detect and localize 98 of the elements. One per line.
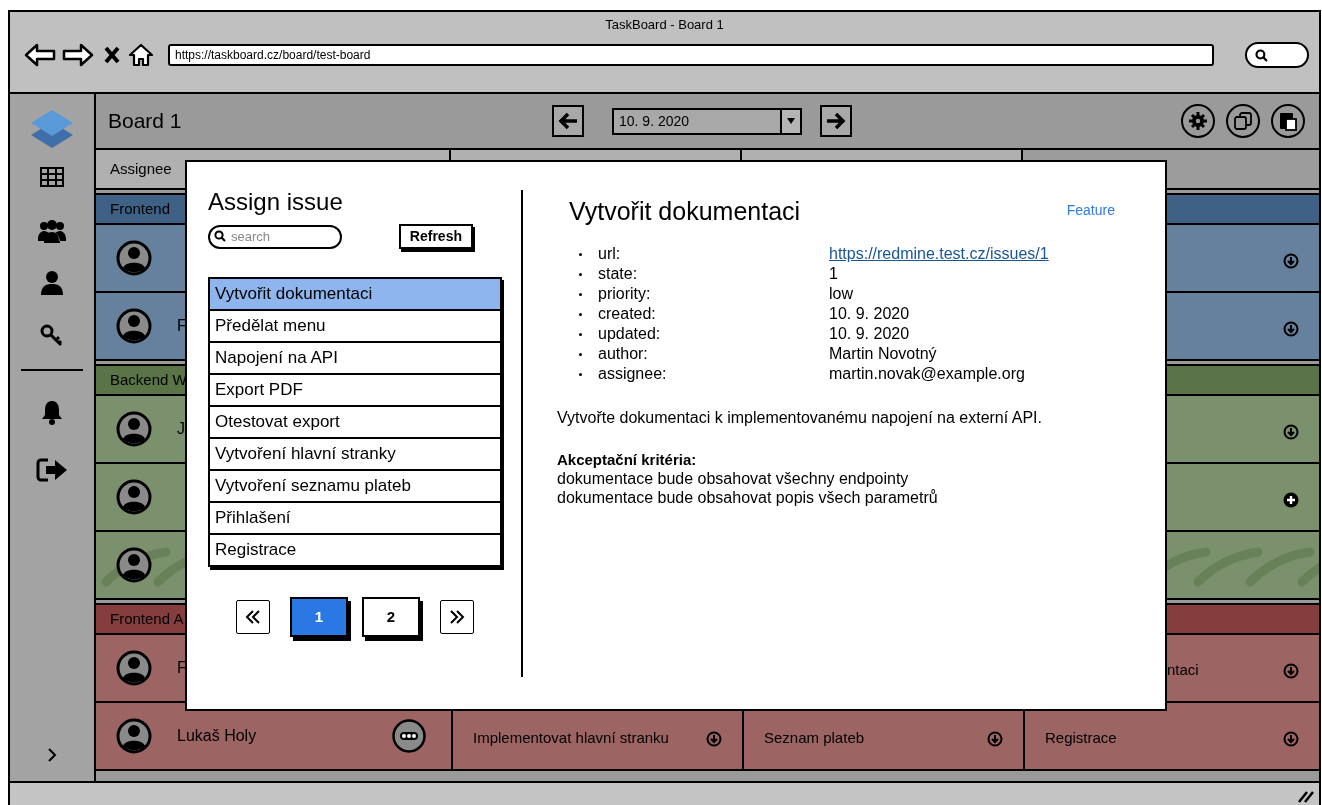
avatar-icon — [116, 650, 152, 686]
issue-list-item[interactable]: Předělat menu — [208, 309, 502, 343]
bullet-icon — [579, 252, 582, 256]
bullet-icon — [579, 332, 582, 336]
users-icon[interactable] — [38, 219, 66, 243]
bell-icon[interactable] — [41, 399, 63, 425]
previous-day-button[interactable] — [552, 105, 584, 137]
task-title[interactable]: Seznam plateb — [764, 727, 865, 750]
task-title[interactable]: ntaci — [1167, 659, 1199, 682]
search-field[interactable]: search — [208, 224, 342, 249]
double-chevron-left-icon — [245, 609, 261, 625]
issue-description: Vytvořte dokumentaci k implementovanému napojení na externí API. — [557, 408, 1043, 428]
arrow-down-circle-icon[interactable] — [987, 731, 1003, 747]
dialog-title: Assign issue — [208, 190, 344, 214]
user-icon[interactable] — [41, 271, 63, 295]
arrow-down-circle-icon[interactable] — [1283, 321, 1299, 337]
assignee-name: J — [177, 419, 185, 439]
task-title[interactable]: Implementovat hlavní stranku — [473, 727, 669, 750]
issue-title: Vytvořit dokumentaci — [569, 196, 801, 226]
acceptance-title: Akceptační kritéria: — [557, 450, 698, 469]
home-icon[interactable] — [128, 43, 154, 67]
property-label: author: — [598, 344, 649, 364]
next-day-button[interactable] — [820, 105, 852, 137]
bullet-icon — [579, 372, 582, 376]
search-icon — [214, 230, 226, 243]
group-name: Frontend A — [110, 608, 184, 629]
arrow-right-icon — [826, 112, 846, 130]
issue-list-item[interactable]: Otestovat export — [208, 405, 502, 439]
issue-list-item[interactable]: Vytvořit dokumentaci — [208, 277, 502, 311]
group-name: Frontend — [110, 198, 171, 219]
arrow-left-icon — [558, 112, 578, 130]
property-value: Martin Novotný — [829, 344, 937, 364]
caret-icon — [787, 118, 795, 124]
acceptance-criterion: dokumentace bude obsahovat popis všech parametrů — [557, 488, 939, 507]
first-page-button[interactable] — [236, 600, 270, 634]
bullet-icon — [579, 312, 582, 316]
avatar-icon — [116, 479, 152, 515]
bullet-icon — [579, 272, 582, 276]
property-label: url: — [598, 244, 622, 264]
key-icon[interactable] — [40, 323, 64, 347]
property-value: 10. 9. 2020 — [829, 324, 910, 344]
settings-icon — [1189, 112, 1207, 130]
table-icon[interactable] — [40, 167, 64, 187]
copy-icon — [1234, 112, 1252, 130]
issue-list-item[interactable]: Přihlašení — [208, 501, 502, 535]
arrow-down-circle-icon[interactable] — [1283, 663, 1299, 679]
arrow-down-circle-icon[interactable] — [1283, 424, 1299, 440]
double-chevron-right-icon — [449, 609, 465, 625]
more-icon[interactable] — [392, 719, 426, 753]
issue-list-item[interactable]: Export PDF — [208, 373, 502, 407]
chevron-right-icon[interactable] — [47, 747, 57, 763]
arrow-down-circle-icon[interactable] — [1283, 731, 1299, 747]
issue-list-item[interactable]: Vytvoření hlavní stranky — [208, 437, 502, 471]
assignee-name: Lukaš Holy — [177, 726, 257, 746]
avatar-icon — [116, 547, 152, 583]
property-label: priority: — [598, 284, 652, 304]
search-pill[interactable] — [1245, 42, 1309, 68]
property-label: state: — [598, 264, 639, 284]
property-value: 1 — [829, 264, 838, 284]
avatar-icon — [116, 718, 152, 754]
arrow-down-circle-icon[interactable] — [706, 731, 722, 747]
property-value: 10. 9. 2020 — [829, 304, 910, 324]
bullet-icon — [579, 292, 582, 296]
issue-list-item[interactable]: Registrace — [208, 533, 502, 567]
property-label: assignee: — [598, 364, 668, 384]
forward-icon[interactable] — [62, 43, 94, 67]
property-label: created: — [598, 304, 657, 324]
issue-link[interactable]: https://redmine.test.cz/issues/1 — [829, 242, 1049, 266]
avatar-icon — [116, 308, 152, 344]
search-icon — [1255, 48, 1268, 62]
avatar-icon — [116, 240, 152, 276]
date-dropdown[interactable]: 10. 9. 2020 — [612, 107, 802, 135]
last-page-button[interactable] — [440, 600, 474, 634]
task-title[interactable]: Registrace — [1045, 727, 1117, 750]
paste-icon — [1279, 111, 1297, 131]
issue-list-item[interactable]: Napojení na API — [208, 341, 502, 375]
sign-out-icon[interactable] — [36, 457, 68, 483]
column-title: Assignee — [110, 158, 172, 179]
issue-type-tag: Feature — [1066, 200, 1115, 221]
avatar-icon — [116, 411, 152, 447]
address-bar[interactable]: https://taskboard.cz/board/test-board — [168, 44, 1214, 66]
board-title: Board 1 — [108, 108, 182, 135]
property-label: updated: — [598, 324, 662, 344]
back-icon[interactable] — [24, 43, 56, 67]
arrow-down-circle-icon[interactable] — [1283, 253, 1299, 269]
property-value: martin.novak@example.org — [829, 364, 1025, 384]
copy-button[interactable] — [1226, 104, 1260, 138]
window-title: TaskBoard - Board 1 — [605, 16, 724, 35]
bullet-icon — [579, 352, 582, 356]
plus-circle-icon[interactable] — [1283, 492, 1299, 508]
acceptance-criterion: dokumentace bude obsahovat všechny endpointy — [557, 469, 910, 488]
issue-list-item[interactable]: Vytvoření seznamu plateb — [208, 469, 502, 503]
close-icon[interactable] — [104, 46, 120, 64]
paste-button[interactable] — [1271, 104, 1305, 138]
settings-button[interactable] — [1181, 104, 1215, 138]
refresh-button[interactable]: Refresh — [398, 224, 473, 249]
property-value: low — [829, 284, 853, 304]
resize-grip-icon[interactable] — [1297, 789, 1315, 803]
